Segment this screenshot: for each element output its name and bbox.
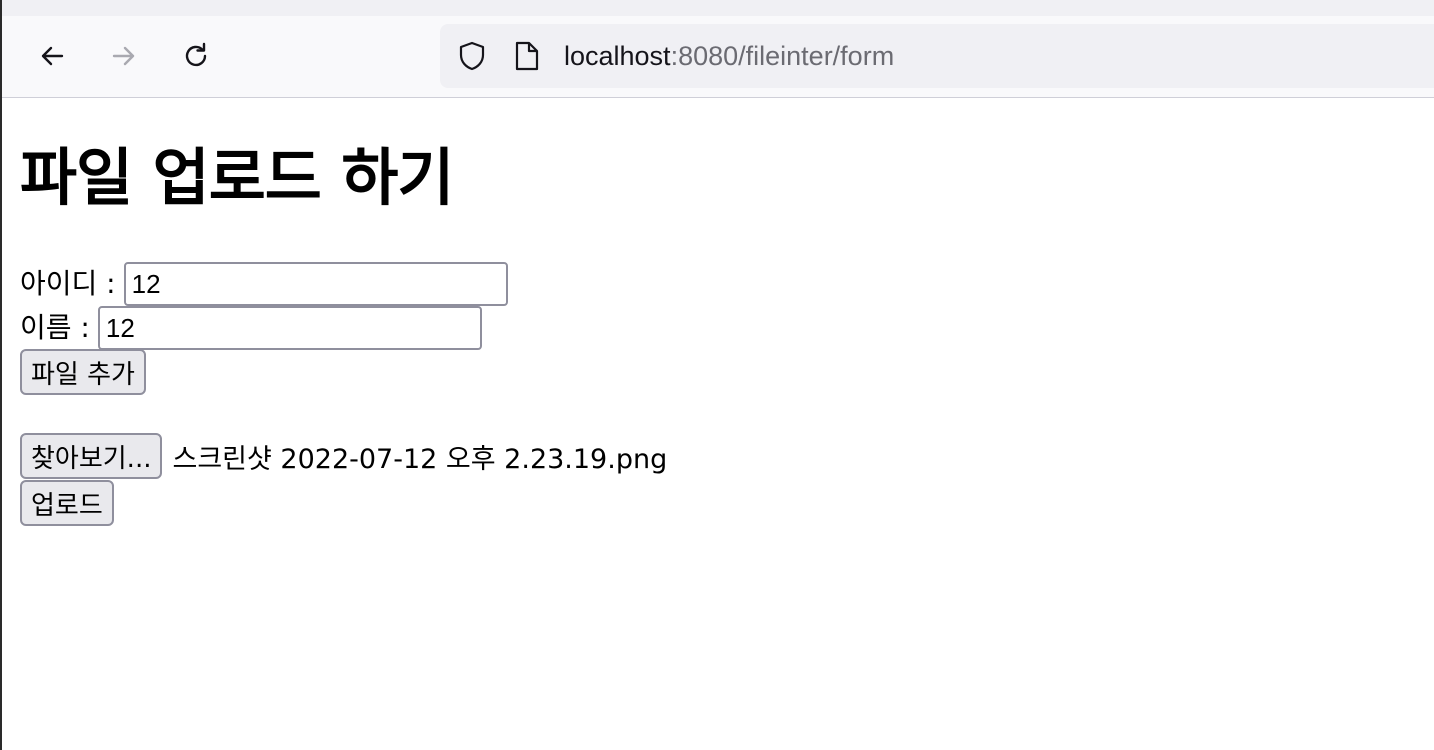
- selected-file-name: 스크린샷 2022-07-12 오후 2.23.19.png: [172, 443, 668, 475]
- back-button[interactable]: [32, 36, 72, 76]
- upload-row: 업로드: [20, 480, 114, 526]
- url-path: :8080/fileinter/form: [670, 41, 895, 71]
- browse-button[interactable]: 찾아보기...: [20, 433, 163, 479]
- id-input[interactable]: 12: [123, 262, 508, 306]
- file-row: 찾아보기... 스크린샷 2022-07-12 오후 2.23.19.png: [20, 433, 668, 479]
- name-input[interactable]: 12: [97, 306, 482, 350]
- add-file-button[interactable]: 파일 추가: [20, 349, 146, 395]
- address-bar[interactable]: localhost:8080/fileinter/form: [440, 24, 1434, 88]
- arrow-right-icon: [112, 46, 135, 66]
- id-input-value: 12: [131, 268, 161, 299]
- upload-button[interactable]: 업로드: [20, 480, 114, 526]
- name-input-value: 12: [105, 312, 135, 343]
- reload-icon: [185, 42, 207, 67]
- page-title: 파일 업로드 하기: [20, 141, 454, 214]
- shield-icon[interactable]: [456, 40, 488, 72]
- forward-button[interactable]: [104, 36, 144, 76]
- name-label: 이름 :: [20, 311, 90, 344]
- name-row: 이름 : 12: [20, 306, 482, 350]
- id-row: 아이디 : 12: [20, 262, 508, 306]
- browser-window: localhost:8080/fileinter/form 파일 업로드 하기 …: [0, 0, 1434, 750]
- tab-strip: [2, 0, 1434, 16]
- add-file-row: 파일 추가: [20, 349, 146, 395]
- url-host: localhost: [564, 41, 671, 71]
- reload-button[interactable]: [176, 36, 216, 76]
- id-label: 아이디 :: [20, 267, 116, 300]
- arrow-left-icon: [41, 46, 64, 66]
- browser-toolbar: localhost:8080/fileinter/form: [2, 16, 1434, 98]
- page-icon: [515, 41, 539, 71]
- url-text[interactable]: localhost:8080/fileinter/form: [564, 39, 894, 73]
